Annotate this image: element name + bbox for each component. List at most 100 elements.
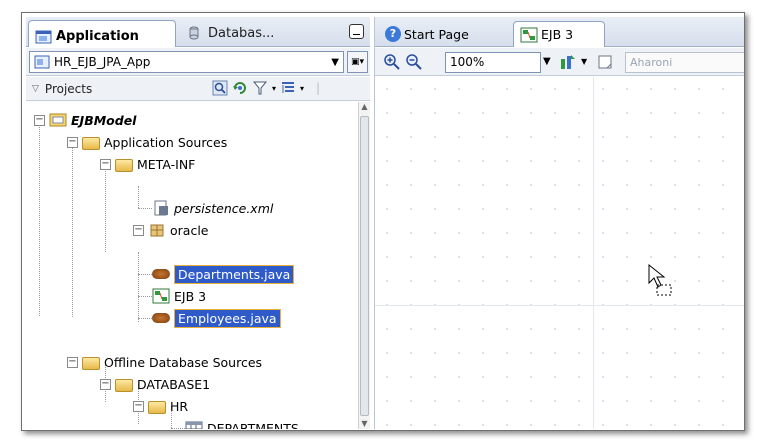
navigator-tab-bar: Application Databas... — [26, 17, 370, 47]
project-tree: − EJBModel − Application Sources − META-… — [26, 102, 358, 429]
folder-icon — [115, 158, 133, 172]
collapse-icon[interactable]: − — [133, 224, 144, 236]
tree-connector — [171, 428, 185, 429]
projects-label: Projects — [44, 81, 93, 96]
diagram-editor: ? Start Page EJB 3 100% ▼ ▼ Aharoni — [374, 17, 744, 429]
zoom-in-icon[interactable] — [383, 53, 401, 71]
application-menu-button[interactable]: ▣▾ — [347, 51, 368, 73]
refresh-icon[interactable] — [232, 80, 248, 96]
scroll-down-icon[interactable]: ▼ — [360, 419, 369, 429]
application-icon — [35, 30, 52, 43]
tree-connector — [138, 318, 152, 319]
tree-node-label: DEPARTMENTS — [207, 420, 299, 430]
application-select[interactable]: HR_EJB_JPA_App ▼ — [29, 51, 344, 73]
xml-file-icon — [154, 200, 168, 216]
tree-node-application-sources[interactable]: − Application Sources — [67, 131, 227, 153]
font-select[interactable]: Aharoni — [625, 52, 744, 73]
tree-node-oracle[interactable]: − oracle — [133, 219, 208, 241]
chevron-down-icon[interactable]: ▼ — [581, 57, 587, 66]
chevron-down-icon[interactable]: ▾ — [272, 84, 276, 93]
diagram-icon — [520, 27, 538, 42]
folder-icon — [82, 136, 100, 150]
zoom-out-icon[interactable] — [405, 53, 423, 71]
tree-node-label: persistence.xml — [174, 200, 274, 216]
collapse-triangle-icon: ▽ — [32, 83, 39, 94]
tree-connector — [138, 296, 152, 297]
tree-node-employees-java[interactable]: Employees.java — [152, 307, 281, 329]
collapse-icon[interactable]: − — [34, 114, 45, 126]
editor-tab-bar: ? Start Page EJB 3 — [375, 17, 744, 47]
page-boundary-line — [593, 77, 594, 429]
projects-header[interactable]: ▽ Projects — [32, 82, 92, 96]
filter-icon[interactable] — [252, 80, 268, 96]
diagram-canvas[interactable] — [375, 77, 744, 429]
tree-node-label: META-INF — [137, 156, 196, 172]
tab-database[interactable]: Databas... — [188, 22, 274, 44]
layout-icon[interactable] — [559, 53, 577, 71]
chevron-down-icon[interactable]: ▼ — [543, 56, 551, 67]
application-navigator: Application Databas... HR_EJB_JPA_App ▼ — [26, 17, 370, 429]
tree-node-departments-table[interactable]: DEPARTMENTS — [185, 417, 299, 429]
tab-ejb3[interactable]: EJB 3 — [513, 21, 605, 47]
diagram-icon — [152, 288, 170, 304]
application-select-value: HR_EJB_JPA_App — [54, 55, 151, 69]
drag-drop-cursor-icon — [648, 263, 672, 296]
tree-node-persistence-xml[interactable]: persistence.xml — [152, 197, 273, 219]
sort-icon[interactable] — [280, 80, 296, 96]
tree-node-ejb3[interactable]: EJB 3 — [152, 285, 206, 307]
tree-node-label: Offline Database Sources — [104, 354, 263, 370]
collapse-icon[interactable]: − — [67, 136, 78, 148]
toolbar-separator: | — [316, 81, 321, 95]
page-boundary-line — [375, 305, 744, 306]
tab-application-label: Application — [56, 29, 139, 44]
chevron-down-icon[interactable]: ▾ — [300, 84, 304, 93]
scrollbar-thumb[interactable] — [360, 116, 369, 416]
collapse-icon[interactable]: − — [100, 378, 111, 390]
tree-node-database1[interactable]: − DATABASE1 — [100, 373, 210, 395]
tree-connector — [105, 164, 106, 252]
scroll-up-icon[interactable]: ▲ — [360, 102, 369, 112]
tree-node-label: EJB 3 — [174, 288, 207, 304]
database-icon — [189, 26, 199, 40]
tree-node-offline-database-sources[interactable]: − Offline Database Sources — [67, 351, 262, 373]
tree-node-ejbmodel[interactable]: − EJBModel — [34, 109, 136, 131]
tree-scrollbar[interactable]: ▲ ▼ — [358, 102, 370, 429]
projects-bar: ▽ Projects ▾ ▾ | — [26, 77, 370, 101]
folder-icon — [148, 400, 166, 414]
application-bar: HR_EJB_JPA_App ▼ ▣▾ — [26, 48, 370, 76]
project-icon — [49, 113, 67, 127]
package-icon — [150, 224, 164, 237]
zoom-select[interactable]: 100% — [445, 52, 541, 73]
tab-database-label: Databas... — [208, 25, 275, 41]
collapse-icon[interactable]: − — [133, 400, 144, 412]
projects-toolbar: ▾ ▾ | — [212, 80, 320, 96]
bean-icon — [152, 269, 170, 279]
folder-icon — [115, 378, 133, 392]
tree-node-meta-inf[interactable]: − META-INF — [100, 153, 195, 175]
font-value: Aharoni — [630, 56, 673, 69]
tree-node-label: EJBModel — [71, 112, 137, 128]
tab-start-page[interactable]: ? Start Page — [379, 21, 475, 47]
tree-connector — [138, 274, 152, 275]
help-icon: ? — [385, 26, 401, 42]
tree-node-departments-java[interactable]: Departments.java — [152, 263, 295, 285]
tab-application[interactable]: Application — [28, 20, 176, 47]
search-icon[interactable] — [212, 80, 228, 96]
tree-node-label: Application Sources — [104, 134, 228, 150]
tree-connector — [138, 208, 152, 209]
chevron-down-icon: ▼ — [331, 56, 339, 68]
tree-node-label: Departments.java — [174, 264, 295, 284]
folder-icon — [82, 356, 100, 370]
tree-connector — [39, 120, 40, 316]
tree-node-label: HR — [170, 398, 189, 414]
tree-node-hr[interactable]: − HR — [133, 395, 188, 417]
note-icon[interactable] — [597, 54, 613, 70]
ide-window: Application Databas... HR_EJB_JPA_App ▼ — [21, 12, 745, 431]
tab-ejb3-label: EJB 3 — [541, 27, 574, 42]
collapse-icon[interactable]: − — [100, 158, 111, 170]
diagram-toolbar: 100% ▼ ▼ Aharoni — [375, 48, 744, 76]
minimize-button[interactable] — [349, 24, 364, 39]
collapse-icon[interactable]: − — [67, 356, 78, 368]
table-icon — [185, 421, 203, 429]
tree-connector — [138, 252, 139, 322]
